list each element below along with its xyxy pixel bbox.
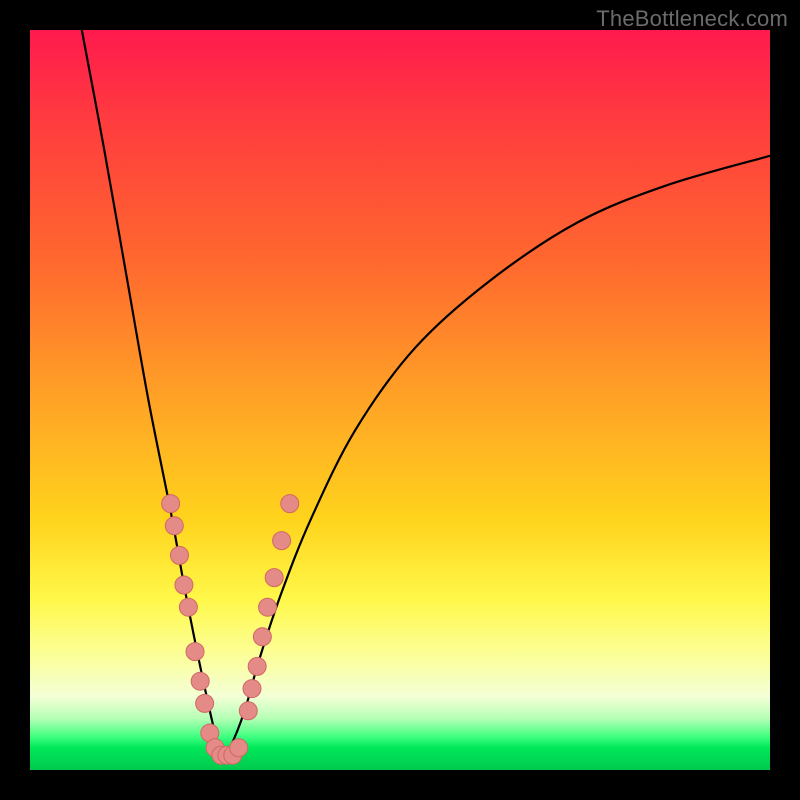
chart-container: TheBottleneck.com: [0, 0, 800, 800]
data-marker: [175, 576, 193, 594]
plot-area: [30, 30, 770, 770]
bottleneck-curve: [82, 30, 770, 756]
data-marker: [265, 569, 283, 587]
data-marker: [253, 628, 271, 646]
chart-svg: [30, 30, 770, 770]
data-marker: [165, 517, 183, 535]
data-marker: [239, 702, 257, 720]
data-marker: [273, 532, 291, 550]
data-marker: [186, 643, 204, 661]
data-marker: [259, 598, 277, 616]
data-marker: [162, 495, 180, 513]
data-marker: [170, 546, 188, 564]
data-marker: [281, 495, 299, 513]
data-marker: [243, 680, 261, 698]
source-attribution: TheBottleneck.com: [596, 6, 788, 32]
data-marker: [196, 694, 214, 712]
data-marker: [191, 672, 209, 690]
data-marker: [230, 739, 248, 757]
data-marker: [248, 657, 266, 675]
data-marker: [179, 598, 197, 616]
marker-group: [162, 495, 299, 765]
